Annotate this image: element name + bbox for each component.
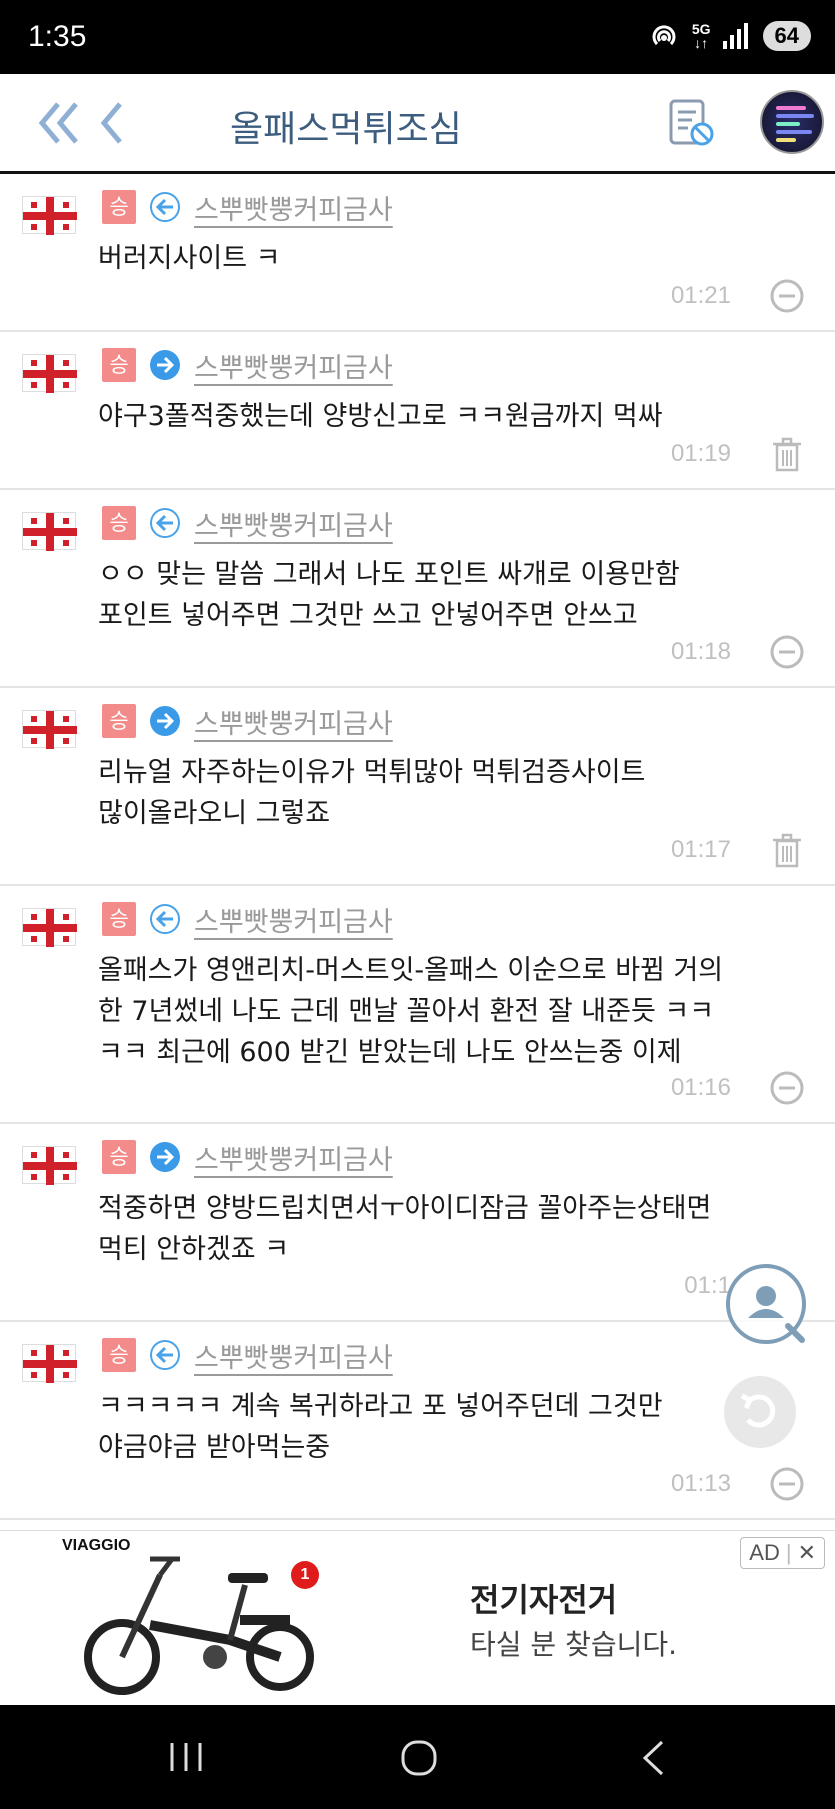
arrow-left-icon — [150, 192, 180, 222]
close-icon[interactable]: ✕ — [798, 1540, 816, 1566]
comment-time: 01:19 — [670, 440, 731, 467]
comment-item: 승 스뿌빳뿡커피금사리뉴얼 자주하는이유가 먹튀많아 먹튀검증사이트 많이올라오니… — [0, 688, 835, 886]
author-nickname[interactable]: 스뿌빳뿡커피금사 — [194, 346, 393, 385]
refresh-button[interactable] — [724, 1376, 796, 1448]
country-flag-icon — [22, 354, 77, 393]
user-avatar[interactable] — [760, 90, 824, 154]
comment-time: 01:13 — [670, 1470, 731, 1497]
arrow-right-icon — [150, 706, 180, 736]
comment-time: 01:21 — [670, 282, 731, 309]
system-back-icon[interactable] — [640, 1739, 666, 1777]
memo-block-icon[interactable] — [668, 98, 716, 148]
minus-circle-icon[interactable] — [769, 1466, 805, 1502]
trash-icon[interactable] — [769, 832, 805, 868]
ad-subtext: 타실 분 찾습니다. — [470, 1628, 678, 1661]
e-bike-image — [84, 1556, 314, 1695]
status-bar: 1:35 5G ↓↑ 64 — [0, 0, 835, 74]
page-title: 올패스먹튀조심 — [230, 109, 462, 150]
battery-icon: 64 — [762, 21, 811, 51]
author-nickname[interactable]: 스뿌빳뿡커피금사 — [194, 1336, 393, 1375]
comment-item: 승 스뿌빳뿡커피금사적중하면 양방드립치면서ㅜ아이디잠금 꼴아주는상태면 먹티 안… — [0, 1124, 835, 1322]
app-header: 올패스먹튀조심 — [0, 74, 835, 174]
comment-text: ㅋㅋㅋㅋㅋ 계속 복귀하라고 포 넣어주던데 그것만 야금야금 받아먹는중 — [98, 1391, 663, 1463]
country-flag-icon — [22, 908, 77, 947]
status-time: 1:35 — [28, 20, 87, 53]
level-badge: 승 — [102, 1338, 136, 1372]
country-flag-icon — [22, 196, 77, 235]
minus-circle-icon[interactable] — [769, 278, 805, 314]
user-search-button[interactable] — [726, 1264, 806, 1344]
comment-item: 승 스뿌빳뿡커피금사야구3폴적중했는데 양방신고로 ㅋㅋ원금까지 먹싸 01:19 — [0, 332, 835, 490]
screen: 1:35 5G ↓↑ 64 올패스먹튀조심 승 스뿌빳뿡커피금사 버러지사이트 … — [0, 0, 835, 1809]
comment-time: 01:16 — [670, 1074, 731, 1101]
comment-text: ㅇㅇ 맞는 말씀 그래서 나도 포인트 싸개로 이용만함 포인트 넣어주면 그것… — [98, 559, 680, 631]
comment-text: 올패스가 영앤리치-머스트잇-올패스 이순으로 바뀜 거의 한 7년썼네 나도 … — [98, 955, 724, 1068]
country-flag-icon — [22, 710, 77, 749]
comment-item: 승 스뿌빳뿡커피금사 ㅇㅇ 맞는 말씀 그래서 나도 포인트 싸개로 이용만함 포인… — [0, 490, 835, 688]
comment-item: 승 스뿌빳뿡커피금사 ㅋㅋㅋㅋㅋ 계속 복귀하라고 포 넣어주던데 그것만 야금야금… — [0, 1322, 835, 1520]
comment-item: 승 스뿌빳뿡커피금사올패스가 영앤리치-머스트잇-올패스 이순으로 바뀜 거의 한… — [0, 886, 835, 1124]
notification-badge: 1 — [291, 1561, 319, 1589]
back-icon[interactable] — [98, 100, 126, 146]
comment-list: 승 스뿌빳뿡커피금사 버러지사이트 ㅋ 01:21 승 스뿌빳뿡커피금사 야구3폴적중했는데… — [0, 174, 835, 1520]
level-badge: 승 — [102, 348, 136, 382]
system-nav-bar — [0, 1705, 835, 1809]
country-flag-icon — [22, 1146, 77, 1185]
ad-banner[interactable]: VIAGGIO 1 전기자전거 타실 분 찾습니다. AD | ✕ — [0, 1530, 835, 1705]
home-icon[interactable] — [400, 1739, 438, 1777]
ad-label-text: AD — [749, 1540, 780, 1565]
comment-text: 적중하면 양방드립치면서ㅜ아이디잠금 꼴아주는상태면 먹티 안하겠죠 ㅋ — [98, 1193, 712, 1265]
arrow-left-icon — [150, 508, 180, 538]
comment-text: 버러지사이트 ㅋ — [98, 243, 281, 274]
level-badge: 승 — [102, 902, 136, 936]
comment-time: 01:1 — [684, 1272, 731, 1299]
author-nickname[interactable]: 스뿌빳뿡커피금사 — [194, 900, 393, 939]
country-flag-icon — [22, 1344, 77, 1383]
author-nickname[interactable]: 스뿌빳뿡커피금사 — [194, 1138, 393, 1177]
level-badge: 승 — [102, 190, 136, 224]
comment-time: 01:17 — [670, 836, 731, 863]
network-type-icon: 5G ↓↑ — [691, 21, 711, 51]
recent-apps-icon[interactable] — [166, 1739, 206, 1775]
minus-circle-icon[interactable] — [769, 1070, 805, 1106]
level-badge: 승 — [102, 1140, 136, 1174]
minus-circle-icon[interactable] — [769, 634, 805, 670]
arrow-right-icon — [150, 350, 180, 380]
author-nickname[interactable]: 스뿌빳뿡커피금사 — [194, 702, 393, 741]
status-icons: 5G ↓↑ 64 — [648, 20, 811, 52]
arrow-right-icon — [150, 1142, 180, 1172]
arrow-left-icon — [150, 1340, 180, 1370]
user-search-icon — [748, 1286, 805, 1343]
level-badge: 승 — [102, 506, 136, 540]
ad-label[interactable]: AD | ✕ — [740, 1537, 825, 1569]
ad-headline: 전기자전거 — [470, 1581, 618, 1619]
divider: | — [785, 1540, 792, 1565]
hotspot-icon — [652, 25, 676, 46]
signal-icon — [722, 23, 748, 49]
trash-icon[interactable] — [769, 436, 805, 472]
level-badge: 승 — [102, 704, 136, 738]
refresh-icon — [740, 1393, 776, 1428]
double-back-icon[interactable] — [38, 100, 82, 146]
comment-text: 야구3폴적중했는데 양방신고로 ㅋㅋ원금까지 먹싸 — [98, 401, 663, 432]
comment-item: 승 스뿌빳뿡커피금사버러지사이트 ㅋ 01:21 — [0, 174, 835, 332]
country-flag-icon — [22, 512, 77, 551]
comment-text: 리뉴얼 자주하는이유가 먹튀많아 먹튀검증사이트 많이올라오니 그렇죠 — [98, 757, 646, 829]
arrow-left-icon — [150, 904, 180, 934]
author-nickname[interactable]: 스뿌빳뿡커피금사 — [194, 504, 393, 543]
author-nickname[interactable]: 스뿌빳뿡커피금사 — [194, 188, 393, 227]
comment-time: 01:18 — [670, 638, 731, 665]
